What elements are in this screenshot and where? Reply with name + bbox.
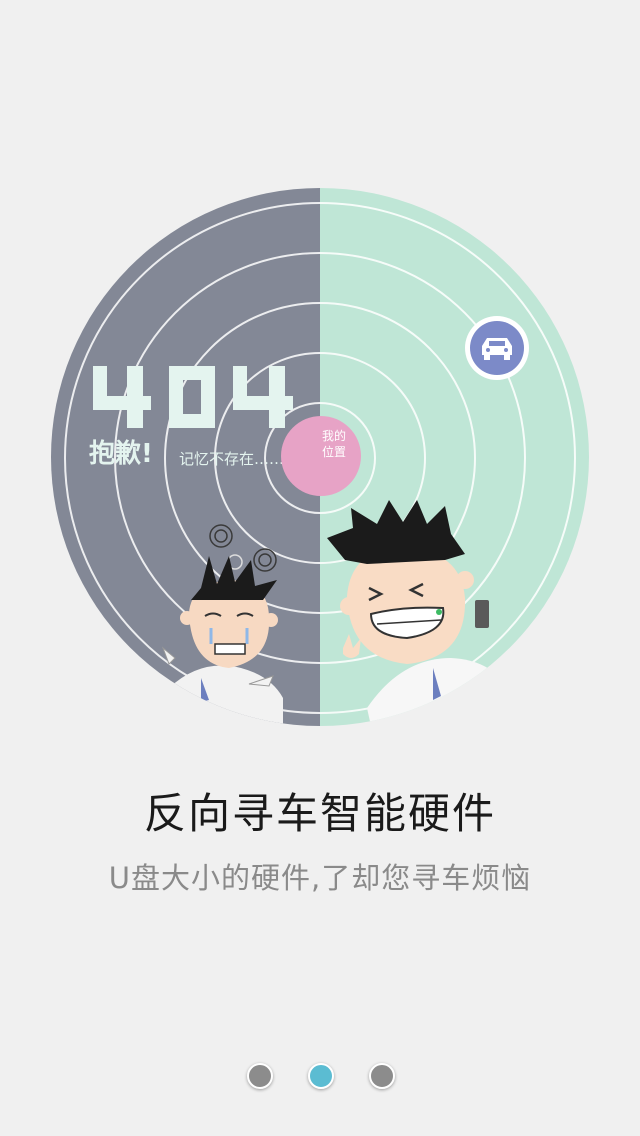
page-title: 反向寻车智能硬件 [143,789,496,838]
my-location-line2: 位置 [322,444,346,459]
car-icon [465,316,529,380]
page-subtitle: U盘大小的硬件,了却您寻车烦恼 [108,861,532,895]
page-indicator [0,1063,640,1089]
onboarding-illustration: 抱歉! 记忆不存在…… 我的 位置 位置 [51,188,589,726]
my-location-line1: 我的 [322,428,346,443]
page-dot-1[interactable] [247,1063,273,1089]
page-dot-3[interactable] [369,1063,395,1089]
page-dot-2[interactable] [308,1063,334,1089]
